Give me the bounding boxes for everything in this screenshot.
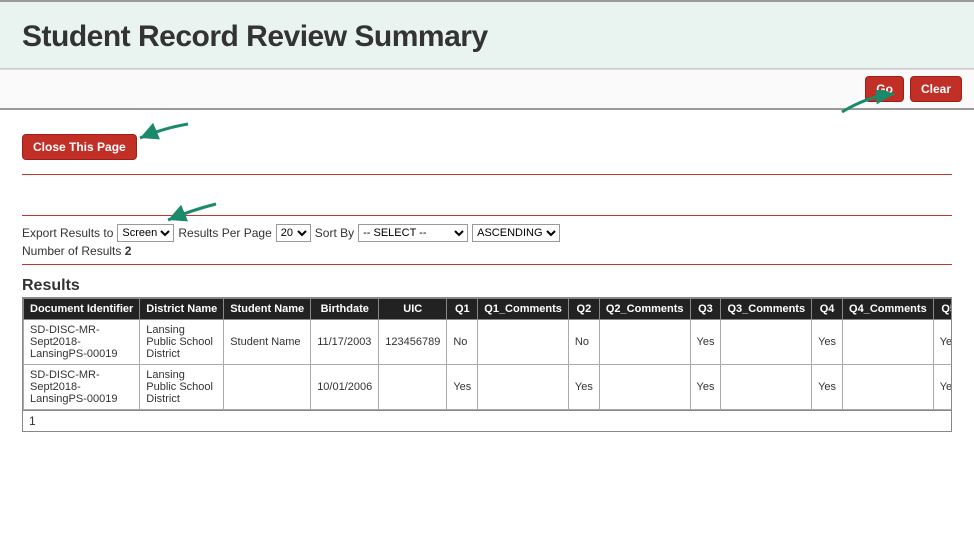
table-row: SD-DISC-MR-Sept2018-LansingPS-00019 Lans…	[24, 320, 953, 365]
export-select[interactable]: Screen	[117, 224, 174, 242]
results-heading: Results	[22, 277, 952, 295]
cell-q5: Yes	[933, 320, 952, 365]
title-bar: Student Record Review Summary	[0, 0, 974, 69]
col-header: Birthdate	[311, 299, 379, 320]
cell-doc-id: SD-DISC-MR-Sept2018-LansingPS-00019	[24, 320, 140, 365]
cell-q2c	[599, 320, 690, 365]
cell-q4: Yes	[812, 365, 843, 410]
cell-doc-id: SD-DISC-MR-Sept2018-LansingPS-00019	[24, 365, 140, 410]
col-header: Q1	[447, 299, 478, 320]
cell-q3c	[721, 320, 812, 365]
cell-q2: No	[568, 320, 599, 365]
cell-student: Student Name	[224, 320, 311, 365]
num-results-label: Number of Results	[22, 244, 121, 258]
col-header: Q1_Comments	[478, 299, 569, 320]
divider	[22, 174, 952, 175]
cell-q1c	[478, 320, 569, 365]
num-results: Number of Results 2	[22, 244, 952, 258]
rpp-label: Results Per Page	[178, 226, 271, 240]
cell-q3: Yes	[690, 365, 721, 410]
cell-uic	[379, 365, 447, 410]
cell-q4c	[843, 320, 934, 365]
cell-q3c	[721, 365, 812, 410]
cell-student	[224, 365, 311, 410]
content-area: Close This Page Export Results to Screen…	[0, 110, 974, 442]
col-header: Student Name	[224, 299, 311, 320]
table-header-row: Document Identifier District Name Studen…	[24, 299, 953, 320]
sortby-select[interactable]: -- SELECT --	[358, 224, 468, 242]
col-header: Q3_Comments	[721, 299, 812, 320]
cell-q1: No	[447, 320, 478, 365]
cell-district: Lansing Public School District	[140, 365, 224, 410]
cell-district: Lansing Public School District	[140, 320, 224, 365]
cell-uic: 123456789	[379, 320, 447, 365]
col-header: Q2	[568, 299, 599, 320]
cell-birthdate: 11/17/2003	[311, 320, 379, 365]
col-header: Q4_Comments	[843, 299, 934, 320]
close-page-button[interactable]: Close This Page	[22, 134, 137, 160]
annotation-arrow-icon	[134, 120, 190, 144]
cell-q4: Yes	[812, 320, 843, 365]
num-results-value: 2	[125, 244, 132, 258]
col-header: Q2_Comments	[599, 299, 690, 320]
col-header: District Name	[140, 299, 224, 320]
page-title: Student Record Review Summary	[22, 20, 952, 54]
col-header: Q5	[933, 299, 952, 320]
cell-q2: Yes	[568, 365, 599, 410]
action-bar: Go Clear	[0, 69, 974, 110]
divider	[22, 264, 952, 265]
export-label: Export Results to	[22, 226, 113, 240]
col-header: Q3	[690, 299, 721, 320]
table-row: SD-DISC-MR-Sept2018-LansingPS-00019 Lans…	[24, 365, 953, 410]
col-header: Q4	[812, 299, 843, 320]
cell-q4c	[843, 365, 934, 410]
rpp-select[interactable]: 20	[276, 224, 311, 242]
cell-q3: Yes	[690, 320, 721, 365]
pager[interactable]: 1	[23, 410, 951, 431]
cell-q5: Yes	[933, 365, 952, 410]
go-button[interactable]: Go	[865, 76, 904, 102]
col-header: UIC	[379, 299, 447, 320]
sortdir-select[interactable]: ASCENDING	[472, 224, 560, 242]
cell-q1: Yes	[447, 365, 478, 410]
cell-q1c	[478, 365, 569, 410]
close-row: Close This Page	[22, 120, 952, 168]
cell-birthdate: 10/01/2006	[311, 365, 379, 410]
col-header: Document Identifier	[24, 299, 140, 320]
clear-button[interactable]: Clear	[910, 76, 962, 102]
divider	[22, 215, 952, 216]
results-table: Document Identifier District Name Studen…	[23, 298, 952, 410]
controls-row: Export Results to Screen Results Per Pag…	[22, 224, 952, 242]
sortby-label: Sort By	[315, 226, 354, 240]
cell-q2c	[599, 365, 690, 410]
results-table-wrap[interactable]: Document Identifier District Name Studen…	[22, 297, 952, 432]
